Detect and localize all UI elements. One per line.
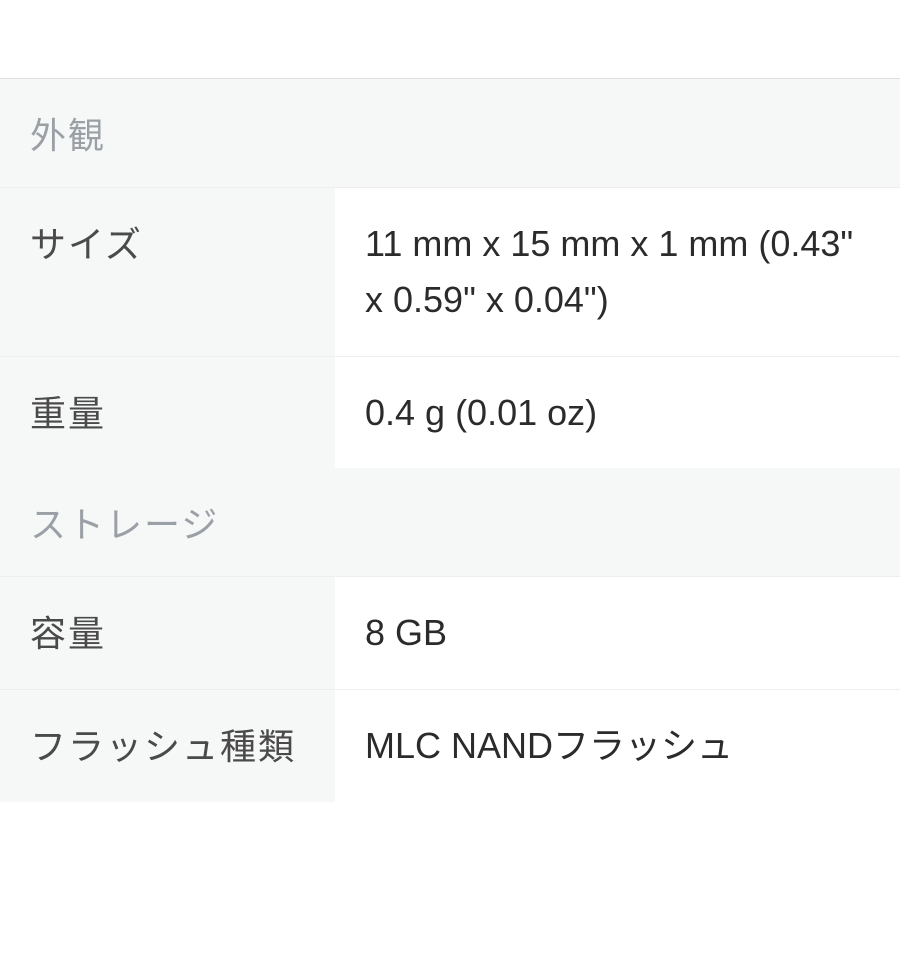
spec-value-size: 11 mm x 15 mm x 1 mm (0.43" x 0.59" x 0.…: [335, 188, 900, 357]
section-header-appearance: 外観: [0, 79, 900, 188]
table-row: 重量 0.4 g (0.01 oz): [0, 356, 900, 468]
spec-label-flash-type: フラッシュ種類: [0, 690, 335, 802]
section-header-storage: ストレージ: [0, 468, 900, 577]
table-row: フラッシュ種類 MLC NANDフラッシュ: [0, 690, 900, 802]
section-header-label: 外観: [0, 79, 900, 188]
spec-label-size: サイズ: [0, 188, 335, 357]
spec-label-capacity: 容量: [0, 577, 335, 690]
spec-label-weight: 重量: [0, 356, 335, 468]
spec-value-capacity: 8 GB: [335, 577, 900, 690]
spec-value-flash-type: MLC NANDフラッシュ: [335, 690, 900, 802]
spec-value-weight: 0.4 g (0.01 oz): [335, 356, 900, 468]
spec-table: 外観 サイズ 11 mm x 15 mm x 1 mm (0.43" x 0.5…: [0, 78, 900, 802]
section-header-label: ストレージ: [0, 468, 900, 577]
table-row: 容量 8 GB: [0, 577, 900, 690]
table-row: サイズ 11 mm x 15 mm x 1 mm (0.43" x 0.59" …: [0, 188, 900, 357]
